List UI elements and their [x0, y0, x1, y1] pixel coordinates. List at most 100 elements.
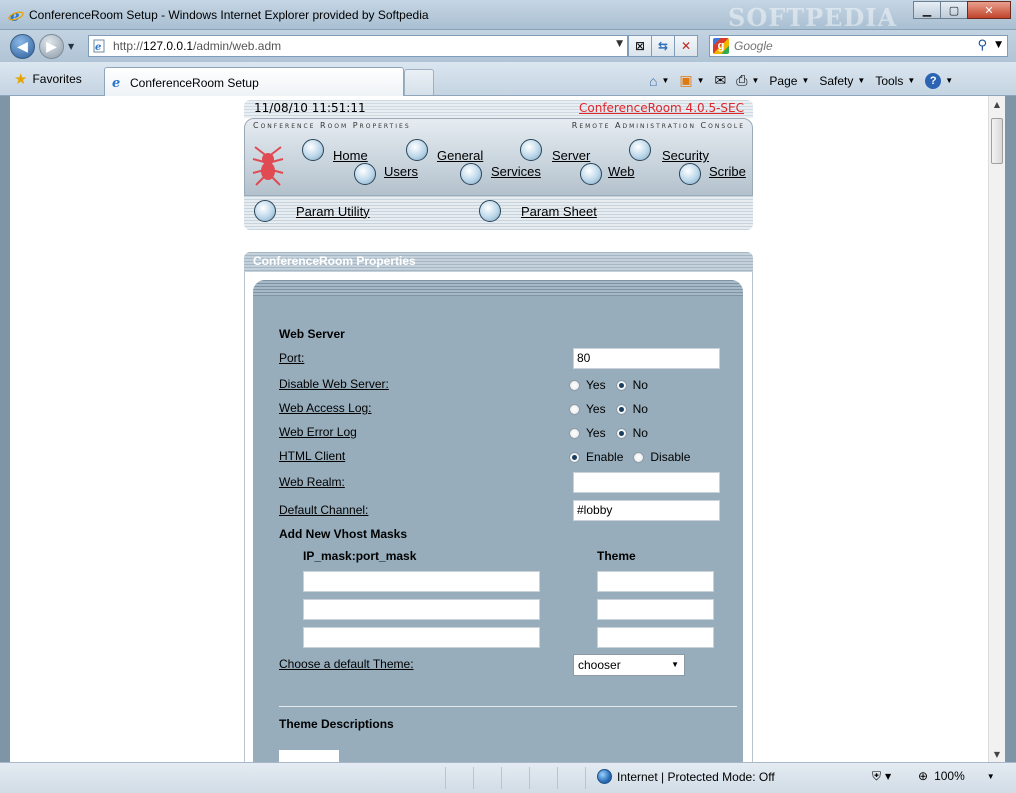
default-channel-label[interactable]: Default Channel: [279, 503, 368, 517]
nav-item-users[interactable]: Users [354, 163, 418, 185]
disable-web-server-radios: Yes No [569, 378, 652, 392]
stop-icon: ✕ [680, 39, 692, 53]
nav-link-server[interactable]: Server [552, 148, 590, 163]
status-segment [474, 767, 502, 789]
chevron-down-icon: ▼ [885, 772, 892, 781]
error-log-yes-radio[interactable] [569, 427, 580, 439]
navigation-bar: ◀ ▶ ▼ e http://127.0.0.1/admin/web.adm ▼… [0, 30, 1016, 62]
nav-item-scribe[interactable]: Scribe [679, 163, 746, 185]
nav-ball-icon [580, 163, 602, 185]
nav-item-param-utility[interactable]: Param Utility [254, 200, 370, 222]
chevron-down-icon: ▼ [907, 76, 916, 85]
back-arrow-icon: ◀ [17, 38, 28, 55]
back-button[interactable]: ◀ [10, 34, 35, 59]
recent-pages-dropdown-icon[interactable]: ▼ [68, 42, 74, 51]
tools-menu[interactable]: Tools ▼ [872, 72, 918, 90]
scroll-thumb[interactable] [991, 118, 1003, 164]
page-icon: e [112, 76, 120, 89]
theme-input-3[interactable] [597, 627, 714, 648]
address-bar[interactable]: e http://127.0.0.1/admin/web.adm ▼ [88, 35, 628, 57]
nav-item-home[interactable]: Home [302, 136, 368, 163]
nav-item-web[interactable]: Web [580, 163, 635, 185]
version-link[interactable]: ConferenceRoom 4.0.5-SEC [579, 101, 744, 115]
nav-item-services[interactable]: Services [460, 163, 541, 185]
divider [279, 706, 737, 707]
help-menu[interactable]: ? ▼ [922, 71, 956, 91]
web-access-log-label[interactable]: Web Access Log: [279, 401, 372, 415]
favorites-button[interactable]: ★ Favorites [8, 68, 90, 90]
new-tab-button[interactable] [404, 69, 434, 95]
protected-mode-settings[interactable]: ⛨ ▼ [872, 769, 891, 784]
chevron-down-icon: ▼ [696, 76, 705, 85]
ip-mask-input-3[interactable] [303, 627, 540, 648]
nav-link-services[interactable]: Services [491, 164, 541, 179]
disable-web-server-label[interactable]: Disable Web Server: [279, 377, 389, 391]
nav-ball-icon [254, 200, 276, 222]
zoom-control[interactable]: ⊕ 100% ▼ [918, 769, 995, 783]
search-icon[interactable]: ⚲ [977, 38, 987, 53]
favorites-label: Favorites [32, 72, 82, 86]
theme-descriptions-title: Theme Descriptions [279, 717, 394, 731]
refresh-button[interactable]: ⇆ [651, 35, 675, 57]
default-theme-select[interactable]: chooser ▼ [573, 654, 685, 676]
error-log-no-radio[interactable] [615, 427, 627, 439]
nav-link-param-sheet[interactable]: Param Sheet [521, 204, 597, 219]
read-mail-button[interactable]: ✉ [712, 70, 730, 91]
theme-input-1[interactable] [597, 571, 714, 592]
ip-mask-input-2[interactable] [303, 599, 540, 620]
compatibility-view-button[interactable]: ⊠ [628, 35, 652, 57]
web-error-log-label[interactable]: Web Error Log [279, 425, 357, 439]
console-label: Remote Administration Console [571, 121, 745, 130]
forward-arrow-icon: ▶ [46, 38, 57, 55]
print-button[interactable]: ⎙ ▼ [733, 70, 762, 91]
port-label[interactable]: Port: [279, 351, 304, 365]
nav-item-server[interactable]: Server [520, 136, 590, 163]
home-button[interactable]: ⌂ ▼ [646, 71, 672, 91]
html-client-enable-radio[interactable] [569, 451, 580, 463]
nav-item-param-sheet[interactable]: Param Sheet [479, 200, 597, 222]
window-controls: ▁ ▢ ✕ [913, 1, 1011, 19]
disable-no-radio[interactable] [615, 379, 627, 391]
security-zone[interactable]: Internet | Protected Mode: Off [597, 769, 775, 784]
nav-item-general[interactable]: General [406, 136, 483, 163]
default-theme-label[interactable]: Choose a default Theme: [279, 657, 414, 671]
stop-button[interactable]: ✕ [674, 35, 698, 57]
web-realm-input[interactable] [573, 472, 720, 493]
safety-menu[interactable]: Safety ▼ [816, 72, 868, 90]
access-log-yes-radio[interactable] [569, 403, 580, 415]
theme-input-2[interactable] [597, 599, 714, 620]
nav-link-general[interactable]: General [437, 148, 483, 163]
default-channel-input[interactable]: #lobby [573, 500, 720, 521]
nav-link-security[interactable]: Security [662, 148, 709, 163]
tab-conferenceroom-setup[interactable]: e ConferenceRoom Setup [104, 67, 404, 96]
port-input[interactable]: 80 [573, 348, 720, 369]
scroll-up-icon[interactable]: ▲ [989, 96, 1005, 112]
close-button[interactable]: ✕ [967, 1, 1011, 19]
nav-link-param-utility[interactable]: Param Utility [296, 204, 370, 219]
nav-link-users[interactable]: Users [384, 164, 418, 179]
access-log-no-radio[interactable] [615, 403, 627, 415]
shield-icon: ⛨ [872, 769, 882, 783]
home-icon: ⌂ [649, 72, 658, 89]
page-menu[interactable]: Page ▼ [766, 72, 812, 90]
scroll-down-icon[interactable]: ▼ [989, 746, 1005, 762]
address-dropdown-icon[interactable]: ▼ [616, 39, 623, 49]
html-client-disable-radio[interactable] [633, 451, 645, 463]
maximize-button[interactable]: ▢ [940, 1, 968, 19]
html-client-label[interactable]: HTML Client [279, 449, 345, 463]
disable-yes-radio[interactable] [569, 379, 580, 391]
ip-mask-input-1[interactable] [303, 571, 540, 592]
nav-item-security[interactable]: Security [629, 136, 709, 163]
search-options-dropdown-icon[interactable]: ▼ [995, 40, 1002, 50]
forward-button[interactable]: ▶ [39, 34, 64, 59]
nav-link-web[interactable]: Web [608, 164, 635, 179]
search-input[interactable] [734, 38, 964, 54]
nav-link-home[interactable]: Home [333, 148, 368, 163]
vertical-scrollbar[interactable]: ▲ ▼ [988, 96, 1005, 762]
feeds-button[interactable]: ▣ ▼ [676, 70, 707, 91]
web-realm-label[interactable]: Web Realm: [279, 475, 345, 489]
status-bar: Internet | Protected Mode: Off ⛨ ▼ ⊕ 100… [0, 762, 1016, 793]
status-segment [558, 767, 586, 789]
nav-link-scribe[interactable]: Scribe [709, 164, 746, 179]
minimize-button[interactable]: ▁ [913, 1, 941, 19]
